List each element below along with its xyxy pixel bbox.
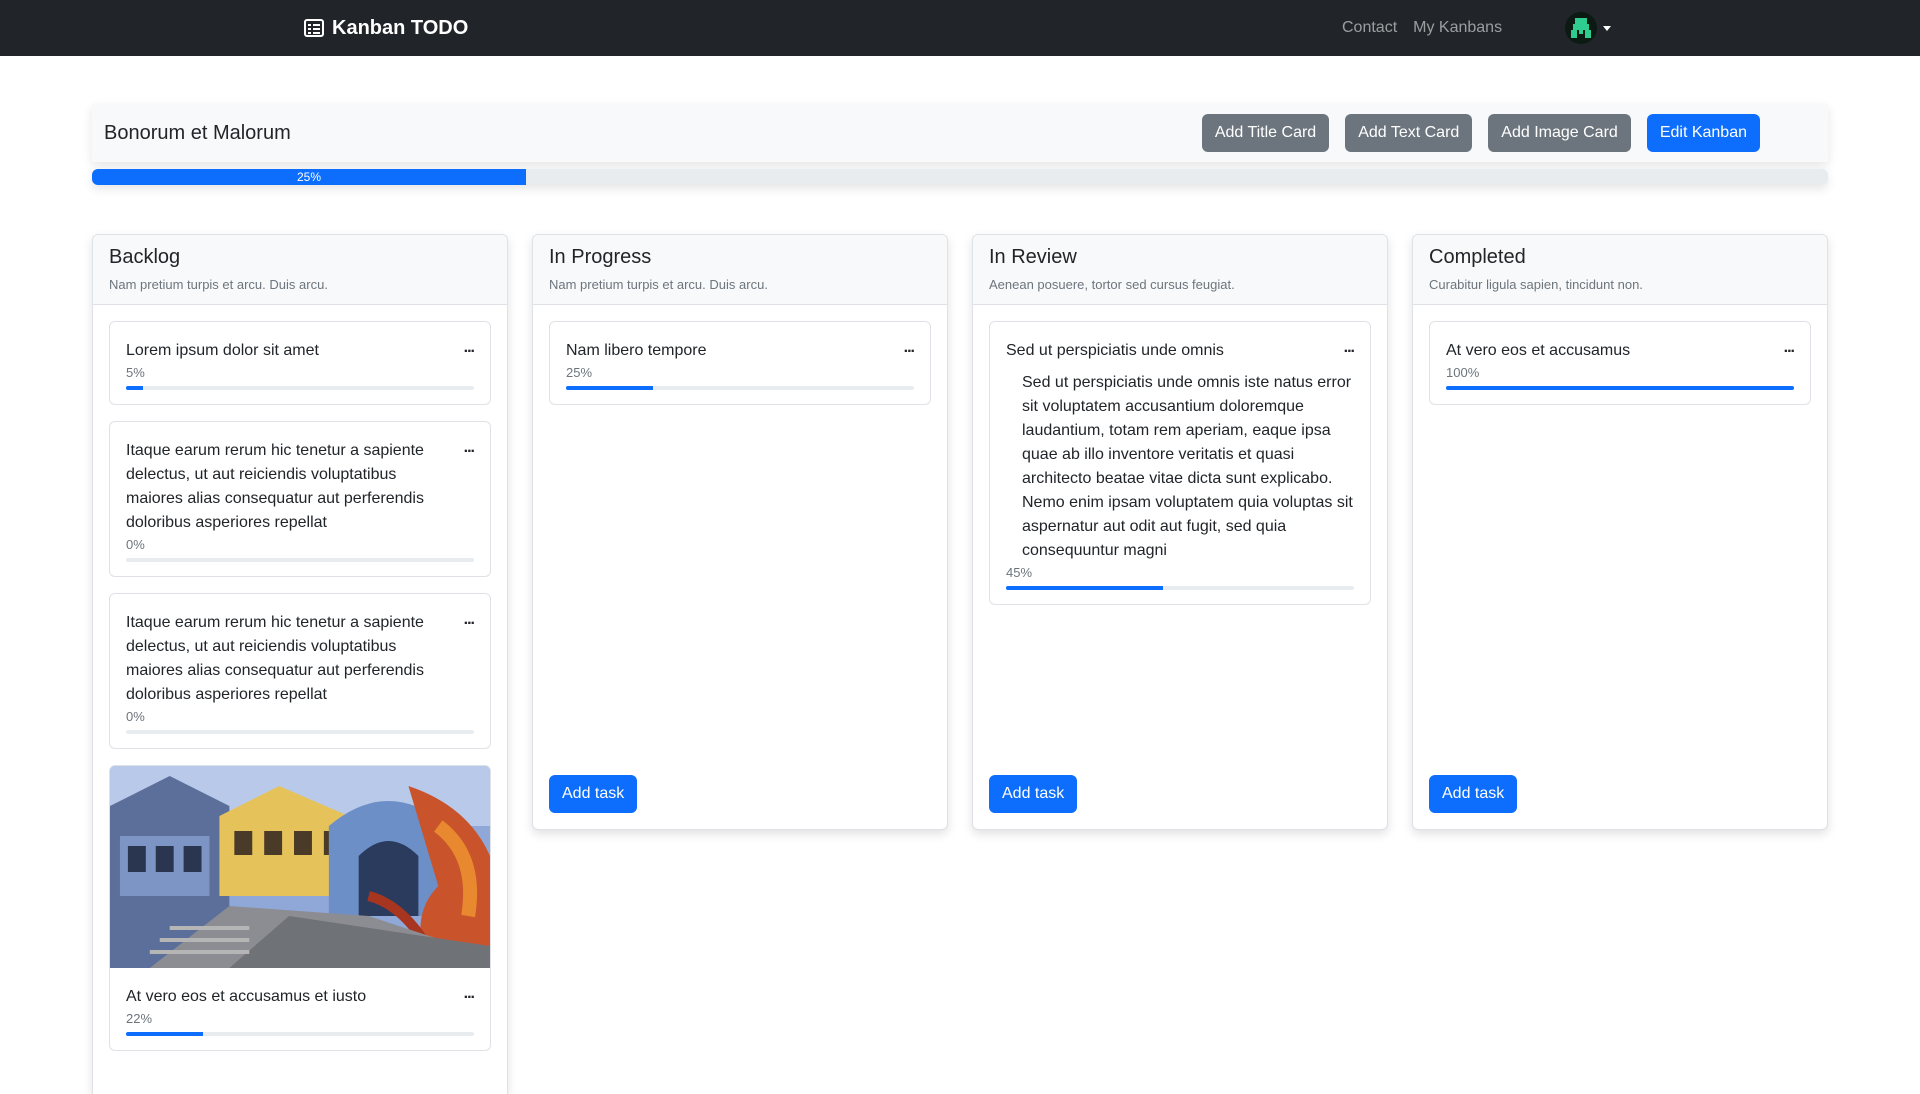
card-progress-bar: [566, 386, 914, 390]
column-subtitle: Nam pretium turpis et arcu. Duis arcu.: [109, 277, 328, 292]
task-card[interactable]: Itaque earum rerum hic tenetur a sapient…: [109, 421, 491, 577]
text-task-card[interactable]: Sed ut perspiciatis unde omnis ... Sed u…: [989, 321, 1371, 605]
card-progress-bar: [1446, 386, 1794, 390]
kanban-progress-label: 25%: [92, 169, 526, 185]
card-title: At vero eos et accusamus: [1446, 342, 1631, 359]
card-title: Itaque earum rerum hic tenetur a sapient…: [126, 614, 424, 703]
card-text: Sed ut perspiciatis unde omnis iste natu…: [1022, 374, 1353, 559]
kanban-title: Bonorum et Malorum: [104, 121, 291, 144]
add-image-card-button[interactable]: Add Image Card: [1488, 114, 1631, 152]
column-subtitle: Nam pretium turpis et arcu. Duis arcu.: [549, 277, 768, 292]
card-menu-icon[interactable]: ...: [1784, 339, 1795, 357]
column-title: Backlog: [109, 246, 181, 268]
add-text-card-button[interactable]: Add Text Card: [1345, 114, 1473, 152]
card-progress-label: 0%: [126, 709, 145, 724]
user-menu-toggle[interactable]: [1565, 12, 1611, 44]
card-title: At vero eos et accusamus et iusto: [126, 988, 367, 1005]
card-progress-bar: [126, 386, 474, 390]
card-progress-label: 100%: [1446, 365, 1480, 380]
task-card[interactable]: Nam libero tempore ... 25%: [549, 321, 931, 405]
card-menu-icon[interactable]: ...: [464, 439, 475, 457]
card-menu-icon[interactable]: ...: [464, 985, 475, 1003]
kanban-progress-bar: 25%: [92, 169, 1828, 185]
card-title: Lorem ipsum dolor sit amet: [126, 342, 319, 359]
card-progress-bar: [126, 730, 474, 734]
column-subtitle: Aenean posuere, tortor sed cursus feugia…: [989, 277, 1235, 292]
brand-link[interactable]: Kanban TODO: [304, 0, 468, 56]
card-title: Nam libero tempore: [566, 342, 707, 359]
column-in-review: In Review Aenean posuere, tortor sed cur…: [972, 234, 1388, 830]
column-subtitle: Curabitur ligula sapien, tincidunt non.: [1429, 277, 1643, 292]
nav-link-my-kanbans[interactable]: My Kanbans: [1413, 19, 1502, 37]
card-progress-bar: [1006, 586, 1354, 590]
add-task-button[interactable]: Add task: [1429, 775, 1518, 813]
task-card[interactable]: At vero eos et accusamus ... 100%: [1429, 321, 1811, 405]
card-progress-bar: [126, 558, 474, 562]
brand-name: Kanban TODO: [332, 16, 469, 39]
table-list-icon: [304, 19, 324, 37]
chevron-down-icon: [1603, 25, 1611, 31]
column-title: Completed: [1429, 246, 1526, 268]
card-progress-label: 5%: [126, 365, 145, 380]
card-menu-icon[interactable]: ...: [464, 339, 475, 357]
card-menu-icon[interactable]: ...: [904, 339, 915, 357]
card-menu-icon[interactable]: ...: [464, 611, 475, 629]
navbar: Kanban TODO Contact My Kanbans: [0, 0, 1920, 56]
card-image: [110, 766, 490, 968]
add-title-card-button[interactable]: Add Title Card: [1201, 114, 1330, 152]
avatar: [1565, 12, 1597, 44]
edit-kanban-button[interactable]: Edit Kanban: [1646, 114, 1760, 152]
nav-link-contact[interactable]: Contact: [1342, 19, 1397, 37]
kanban-header: Bonorum et Malorum Add Title Card Add Te…: [92, 104, 1828, 162]
card-progress-label: 25%: [566, 365, 593, 380]
card-progress-label: 0%: [126, 537, 145, 552]
column-completed: Completed Curabitur ligula sapien, tinci…: [1412, 234, 1828, 830]
column-title: In Review: [989, 246, 1077, 268]
card-title: Itaque earum rerum hic tenetur a sapient…: [126, 442, 424, 531]
card-title: Sed ut perspiciatis unde omnis: [1006, 342, 1224, 359]
card-menu-icon[interactable]: ...: [1344, 339, 1355, 357]
task-card[interactable]: Lorem ipsum dolor sit amet ... 5%: [109, 321, 491, 405]
task-card[interactable]: Itaque earum rerum hic tenetur a sapient…: [109, 593, 491, 749]
add-task-button[interactable]: Add task: [989, 775, 1078, 813]
image-task-card[interactable]: At vero eos et accusamus et iusto ... 22…: [109, 765, 491, 1051]
card-progress-bar: [126, 1032, 474, 1036]
card-progress-label: 45%: [1006, 565, 1033, 580]
add-task-button[interactable]: Add task: [549, 775, 638, 813]
column-title: In Progress: [549, 246, 652, 268]
column-in-progress: In Progress Nam pretium turpis et arcu. …: [532, 234, 948, 830]
card-progress-label: 22%: [126, 1011, 153, 1026]
column-backlog: Backlog Nam pretium turpis et arcu. Duis…: [92, 234, 508, 1094]
